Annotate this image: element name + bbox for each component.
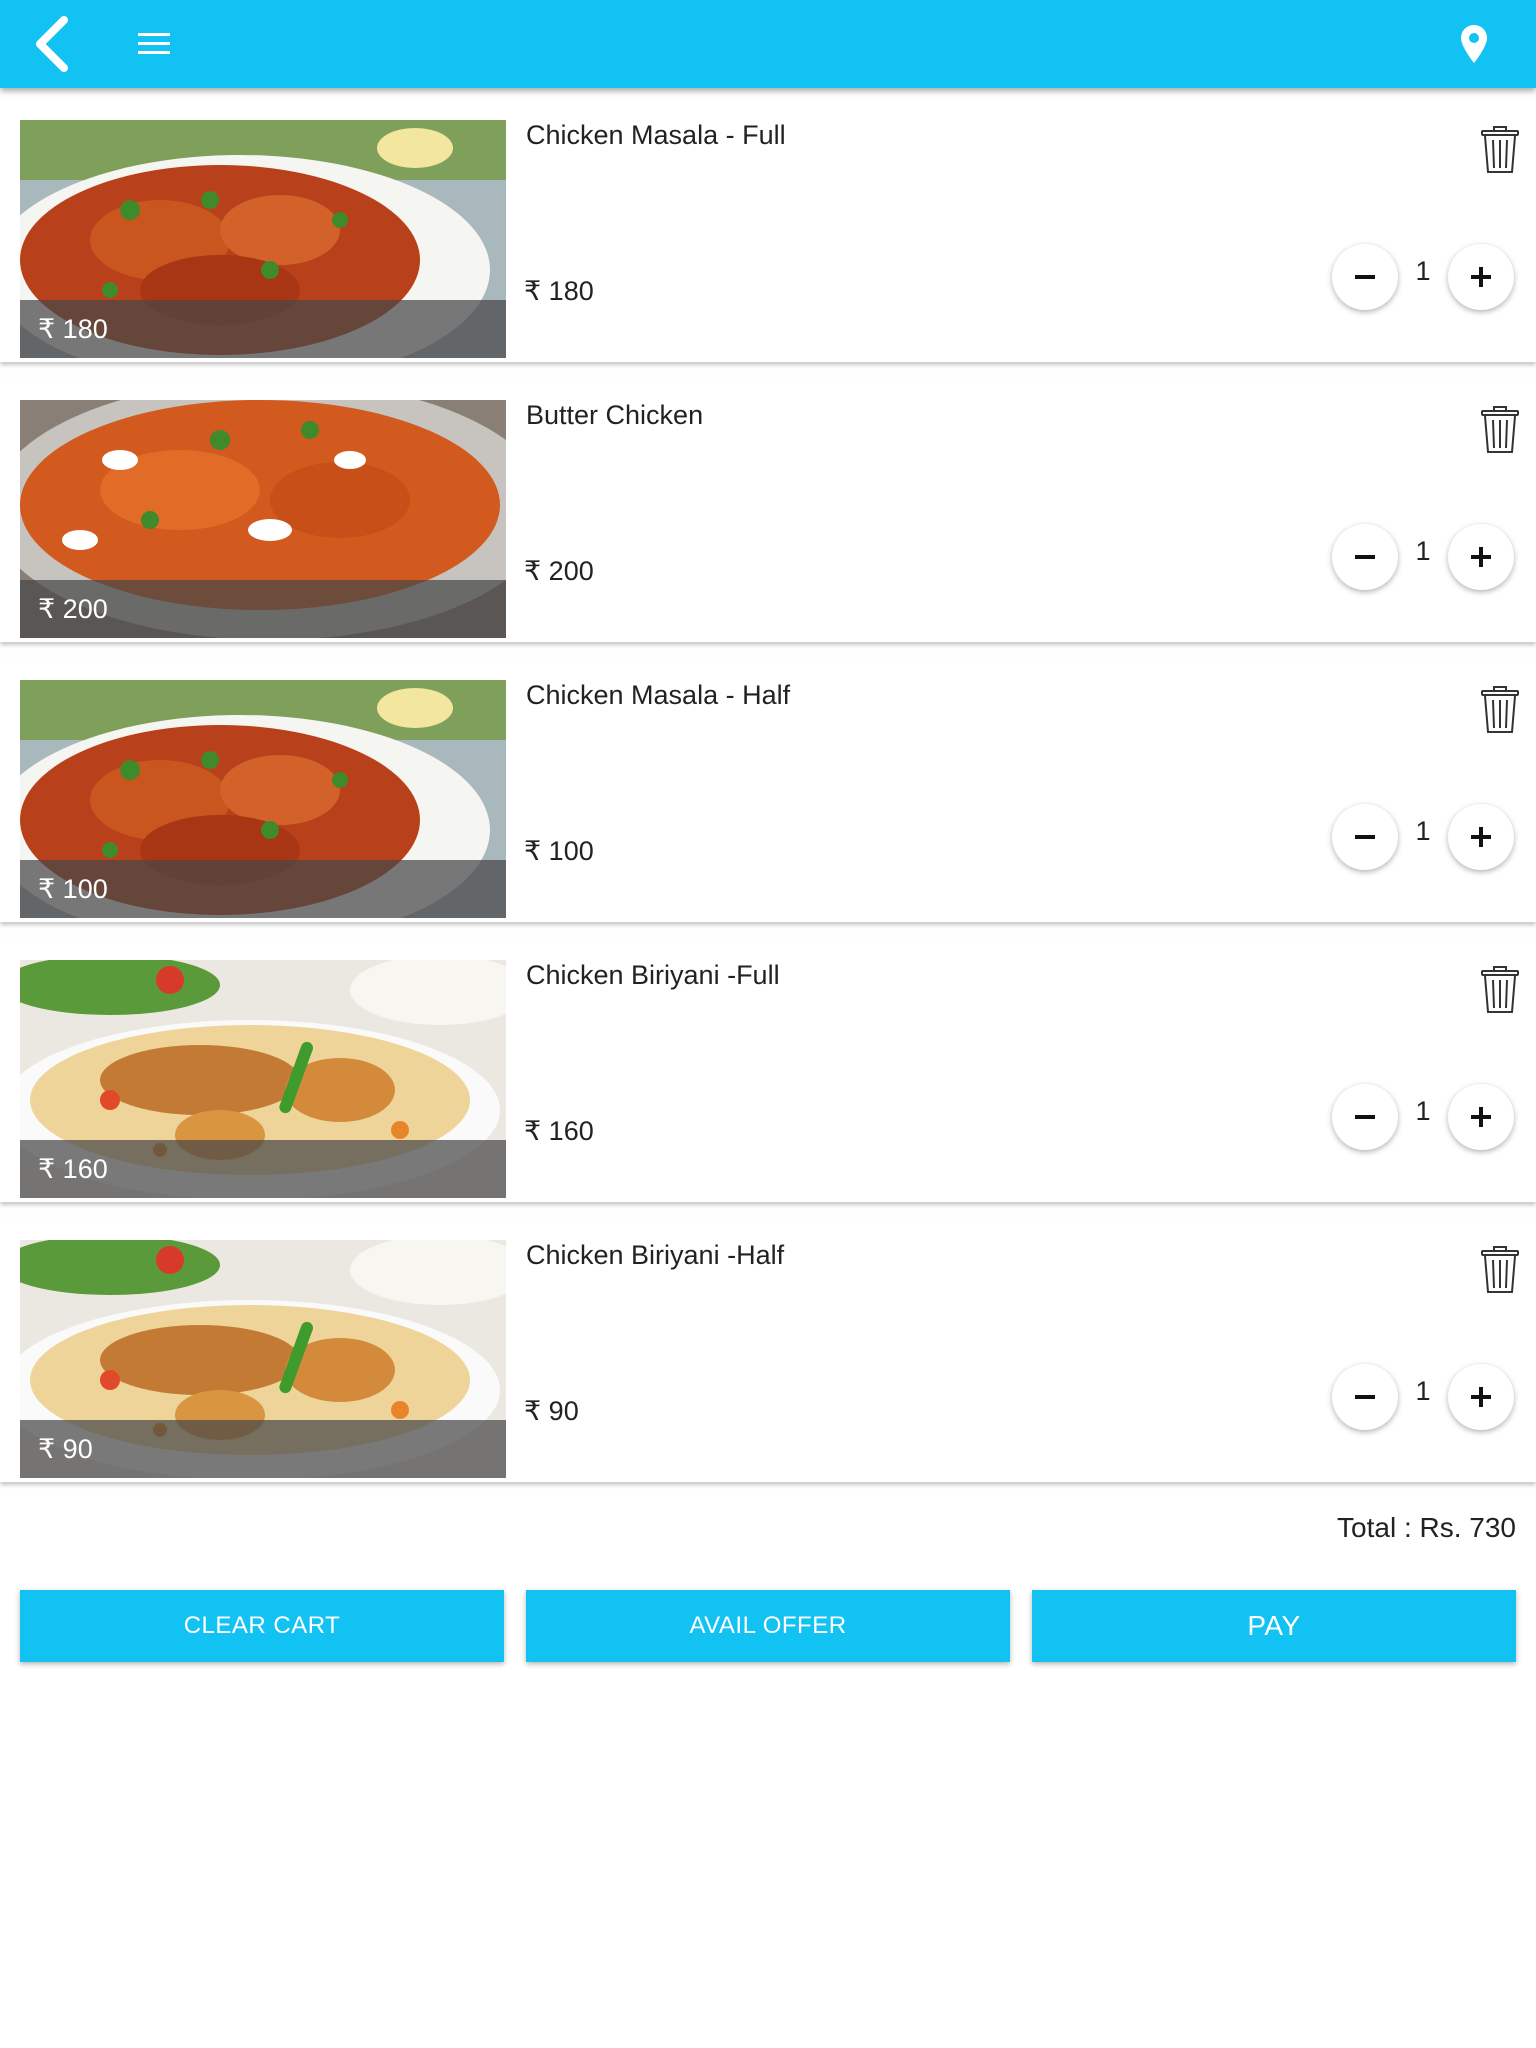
- cart-item[interactable]: ₹ 200 Butter Chicken ₹ 200 1: [0, 380, 1536, 642]
- item-name: Butter Chicken: [526, 400, 704, 430]
- quantity-value: 1: [1415, 1376, 1431, 1406]
- menu-button[interactable]: [128, 20, 180, 68]
- item-name: Chicken Masala - Half: [526, 680, 791, 710]
- back-button[interactable]: [24, 12, 80, 76]
- quantity-value: 1: [1415, 1096, 1431, 1126]
- chevron-left-icon: [36, 16, 68, 72]
- item-price: ₹ 180: [524, 276, 594, 306]
- cart-item[interactable]: ₹ 180 Chicken Masala - Full ₹ 180 1: [0, 100, 1536, 362]
- minus-icon: [1355, 1115, 1375, 1119]
- item-name: Chicken Masala - Full: [526, 120, 786, 150]
- location-button[interactable]: [1452, 18, 1496, 70]
- hamburger-menu-icon: [138, 33, 170, 54]
- minus-icon: [1355, 835, 1375, 839]
- plus-icon: [1471, 547, 1491, 567]
- plus-icon: [1471, 827, 1491, 847]
- trash-icon: [1481, 406, 1519, 453]
- quantity-value: 1: [1415, 536, 1431, 566]
- trash-icon: [1481, 966, 1519, 1013]
- cart-item[interactable]: ₹ 160 Chicken Biriyani -Full ₹ 160 1: [0, 940, 1536, 1202]
- cart-item[interactable]: ₹ 90 Chicken Biriyani -Half ₹ 90 1: [0, 1220, 1536, 1482]
- item-price: ₹ 90: [524, 1396, 579, 1426]
- food-image: ₹ 100: [20, 680, 506, 918]
- decrease-quantity-button[interactable]: [1332, 524, 1398, 590]
- increase-quantity-button[interactable]: [1448, 524, 1514, 590]
- minus-icon: [1355, 555, 1375, 559]
- image-price-label: ₹ 100: [20, 860, 506, 918]
- quantity-value: 1: [1415, 816, 1431, 846]
- pay-button[interactable]: PAY: [1032, 1590, 1516, 1662]
- quantity-stepper: 1: [1332, 244, 1518, 312]
- increase-quantity-button[interactable]: [1448, 804, 1514, 870]
- cart-list: ₹ 180 Chicken Masala - Full ₹ 180 1 ₹ 20…: [0, 100, 1536, 1500]
- minus-icon: [1355, 1395, 1375, 1399]
- delete-item-button[interactable]: [1480, 686, 1520, 734]
- trash-icon: [1481, 1246, 1519, 1293]
- increase-quantity-button[interactable]: [1448, 1084, 1514, 1150]
- quantity-stepper: 1: [1332, 804, 1518, 872]
- trash-icon: [1481, 126, 1519, 173]
- quantity-value: 1: [1415, 256, 1431, 286]
- clear-cart-button[interactable]: CLEAR CART: [20, 1590, 504, 1662]
- item-name: Chicken Biriyani -Half: [526, 1240, 785, 1270]
- cart-item[interactable]: ₹ 100 Chicken Masala - Half ₹ 100 1: [0, 660, 1536, 922]
- cart-actions: CLEAR CART AVAIL OFFER PAY: [20, 1590, 1516, 1662]
- quantity-stepper: 1: [1332, 1084, 1518, 1152]
- delete-item-button[interactable]: [1480, 126, 1520, 174]
- decrease-quantity-button[interactable]: [1332, 1084, 1398, 1150]
- map-pin-icon: [1461, 25, 1487, 63]
- food-image: ₹ 160: [20, 960, 506, 1198]
- decrease-quantity-button[interactable]: [1332, 1364, 1398, 1430]
- minus-icon: [1355, 275, 1375, 279]
- food-image: ₹ 200: [20, 400, 506, 638]
- app-bar: [0, 0, 1536, 88]
- plus-icon: [1471, 1107, 1491, 1127]
- delete-item-button[interactable]: [1480, 406, 1520, 454]
- image-price-label: ₹ 160: [20, 1140, 506, 1198]
- delete-item-button[interactable]: [1480, 1246, 1520, 1294]
- increase-quantity-button[interactable]: [1448, 1364, 1514, 1430]
- food-image: ₹ 180: [20, 120, 506, 358]
- plus-icon: [1471, 267, 1491, 287]
- plus-icon: [1471, 1387, 1491, 1407]
- image-price-label: ₹ 90: [20, 1420, 506, 1478]
- avail-offer-button[interactable]: AVAIL OFFER: [526, 1590, 1010, 1662]
- decrease-quantity-button[interactable]: [1332, 244, 1398, 310]
- item-price: ₹ 160: [524, 1116, 594, 1146]
- image-price-label: ₹ 180: [20, 300, 506, 358]
- decrease-quantity-button[interactable]: [1332, 804, 1398, 870]
- image-price-label: ₹ 200: [20, 580, 506, 638]
- delete-item-button[interactable]: [1480, 966, 1520, 1014]
- item-name: Chicken Biriyani -Full: [526, 960, 780, 990]
- item-price: ₹ 200: [524, 556, 594, 586]
- increase-quantity-button[interactable]: [1448, 244, 1514, 310]
- cart-total: Total : Rs. 730: [1337, 1512, 1516, 1543]
- quantity-stepper: 1: [1332, 1364, 1518, 1432]
- item-price: ₹ 100: [524, 836, 594, 866]
- quantity-stepper: 1: [1332, 524, 1518, 592]
- trash-icon: [1481, 686, 1519, 733]
- food-image: ₹ 90: [20, 1240, 506, 1478]
